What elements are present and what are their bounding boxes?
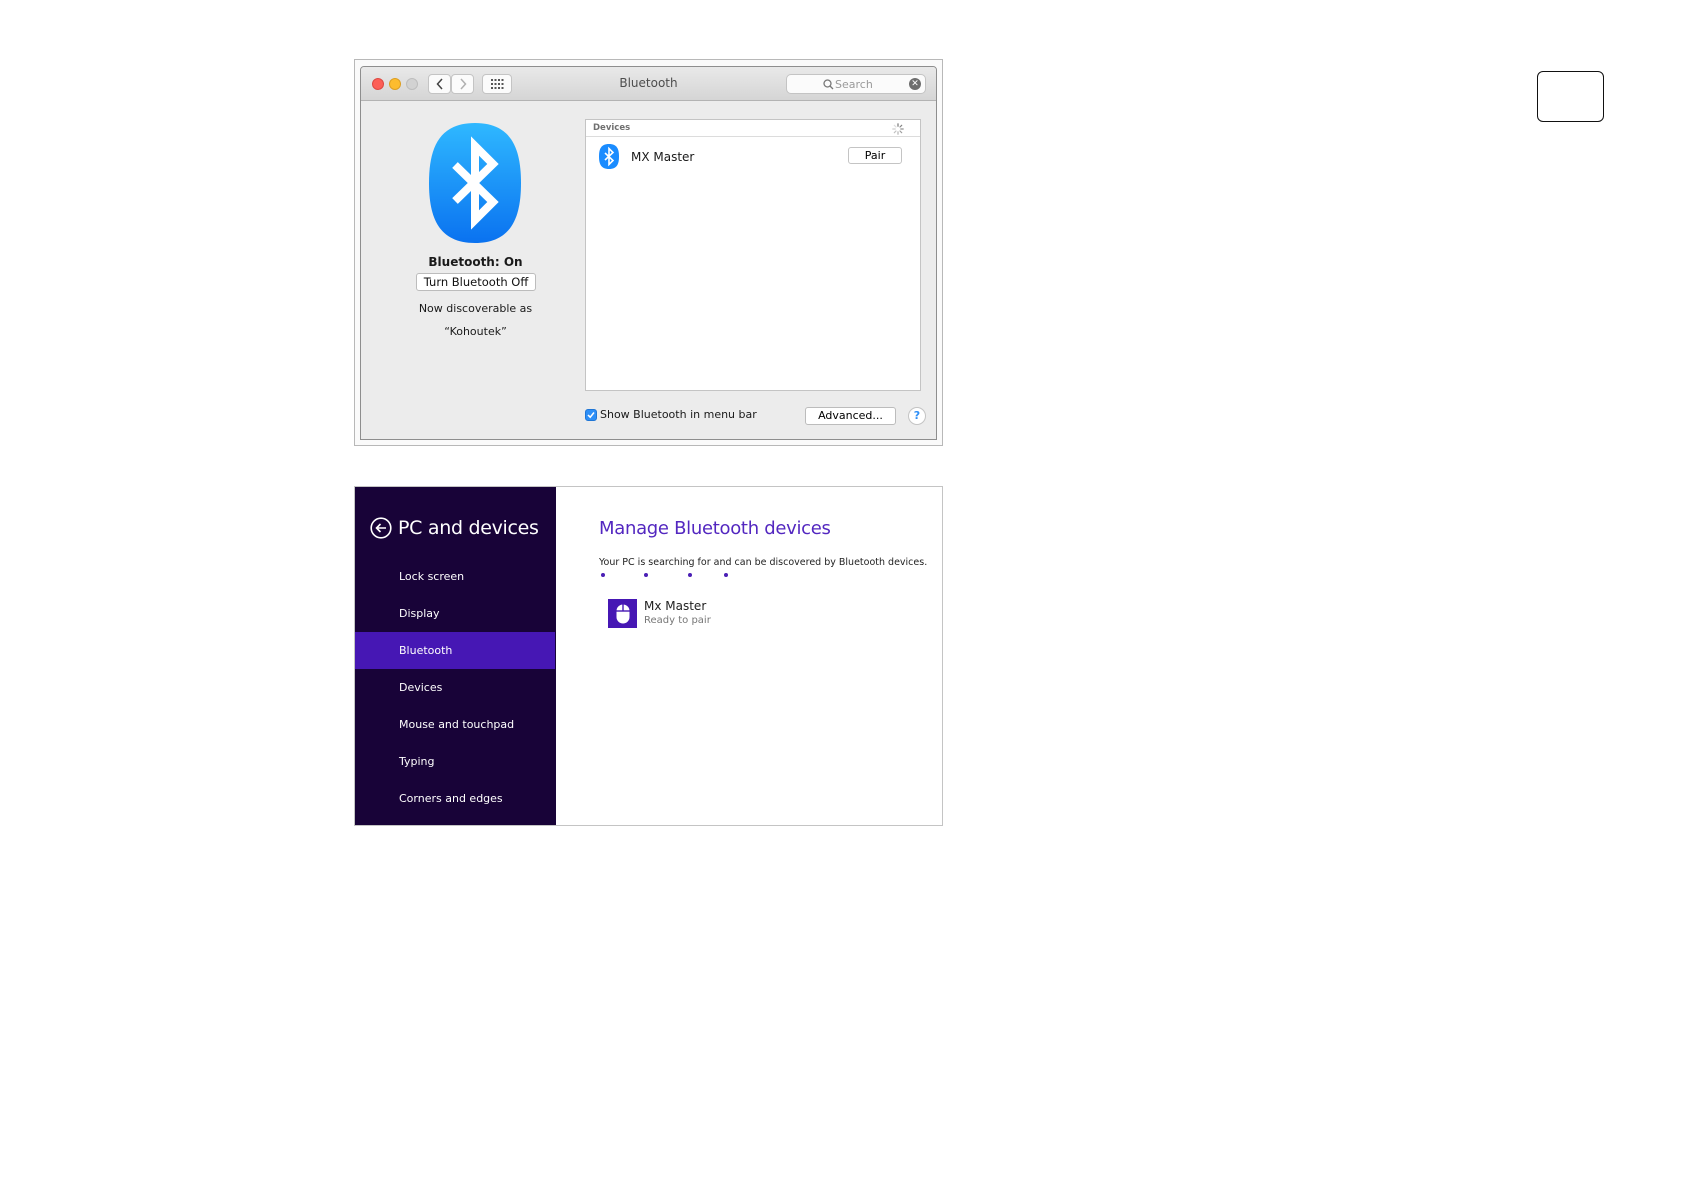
progress-dot xyxy=(724,573,728,577)
sidebar-item-devices[interactable]: Devices xyxy=(355,669,555,706)
computer-name: “Kohoutek” xyxy=(444,325,507,338)
devices-header-label: Devices xyxy=(593,123,631,133)
mouse-tile xyxy=(608,599,637,628)
sidebar-item-display[interactable]: Display xyxy=(355,595,555,632)
advanced-button[interactable]: Advanced... xyxy=(805,407,896,425)
pair-button[interactable]: Pair xyxy=(848,147,902,164)
empty-rounded-box xyxy=(1537,71,1604,122)
back-arrow-icon[interactable] xyxy=(370,517,392,539)
progress-dots xyxy=(601,573,741,579)
sidebar-item-typing[interactable]: Typing xyxy=(355,743,555,780)
bluetooth-device-icon xyxy=(599,144,619,169)
windows-main-content: Manage Bluetooth devices Your PC is sear… xyxy=(556,487,942,825)
devices-header: Devices xyxy=(586,120,920,137)
search-field[interactable]: ✕ xyxy=(786,74,926,94)
checkmark-icon xyxy=(587,411,595,418)
sidebar-item-corners-and-edges[interactable]: Corners and edges xyxy=(355,780,555,817)
page-title: PC and devices xyxy=(398,517,539,539)
device-name: MX Master xyxy=(631,150,695,164)
device-row[interactable]: MX Master Pair xyxy=(586,144,920,170)
section-title: Manage Bluetooth devices xyxy=(599,518,831,539)
turn-bluetooth-off-button[interactable]: Turn Bluetooth Off xyxy=(416,273,536,291)
windows-sidebar: PC and devices Lock screen Display Bluet… xyxy=(355,487,556,825)
discoverable-label: Now discoverable as xyxy=(418,302,533,315)
searching-description: Your PC is searching for and can be disc… xyxy=(599,557,928,568)
show-in-menubar-label: Show Bluetooth in menu bar xyxy=(600,408,757,421)
bluetooth-status: Bluetooth: On xyxy=(428,255,523,269)
mouse-icon xyxy=(616,604,629,623)
bluetooth-logo-icon xyxy=(429,123,521,243)
search-icon xyxy=(823,79,834,90)
show-in-menubar-checkbox[interactable] xyxy=(585,408,597,421)
progress-dot xyxy=(688,573,692,577)
sidebar-heading: PC and devices xyxy=(370,517,539,539)
mac-titlebar: Bluetooth ✕ xyxy=(361,67,936,101)
show-in-menubar-option[interactable]: Show Bluetooth in menu bar xyxy=(585,408,757,421)
help-button[interactable]: ? xyxy=(908,407,926,425)
windows-screenshot-frame: PC and devices Lock screen Display Bluet… xyxy=(354,486,943,826)
clear-search-icon[interactable]: ✕ xyxy=(909,78,921,90)
mac-screenshot-frame: Bluetooth ✕ Bluetooth: On Turn xyxy=(354,59,943,446)
sidebar-item-lock-screen[interactable]: Lock screen xyxy=(355,558,555,595)
progress-dot xyxy=(601,573,605,577)
sidebar-nav: Lock screen Display Bluetooth Devices Mo… xyxy=(355,558,556,817)
device-name: Mx Master xyxy=(644,599,707,613)
sidebar-item-bluetooth[interactable]: Bluetooth xyxy=(355,632,555,669)
progress-dot xyxy=(644,573,648,577)
mac-bluetooth-window: Bluetooth ✕ Bluetooth: On Turn xyxy=(360,66,937,440)
device-text: Mx Master Ready to pair xyxy=(644,599,711,627)
device-list-item[interactable]: Mx Master Ready to pair xyxy=(608,599,711,628)
search-input[interactable] xyxy=(835,77,905,91)
device-status: Ready to pair xyxy=(644,615,711,626)
devices-list[interactable]: Devices MX Master Pair xyxy=(585,119,921,391)
sidebar-item-mouse-and-touchpad[interactable]: Mouse and touchpad xyxy=(355,706,555,743)
loading-spinner-icon xyxy=(892,123,904,135)
